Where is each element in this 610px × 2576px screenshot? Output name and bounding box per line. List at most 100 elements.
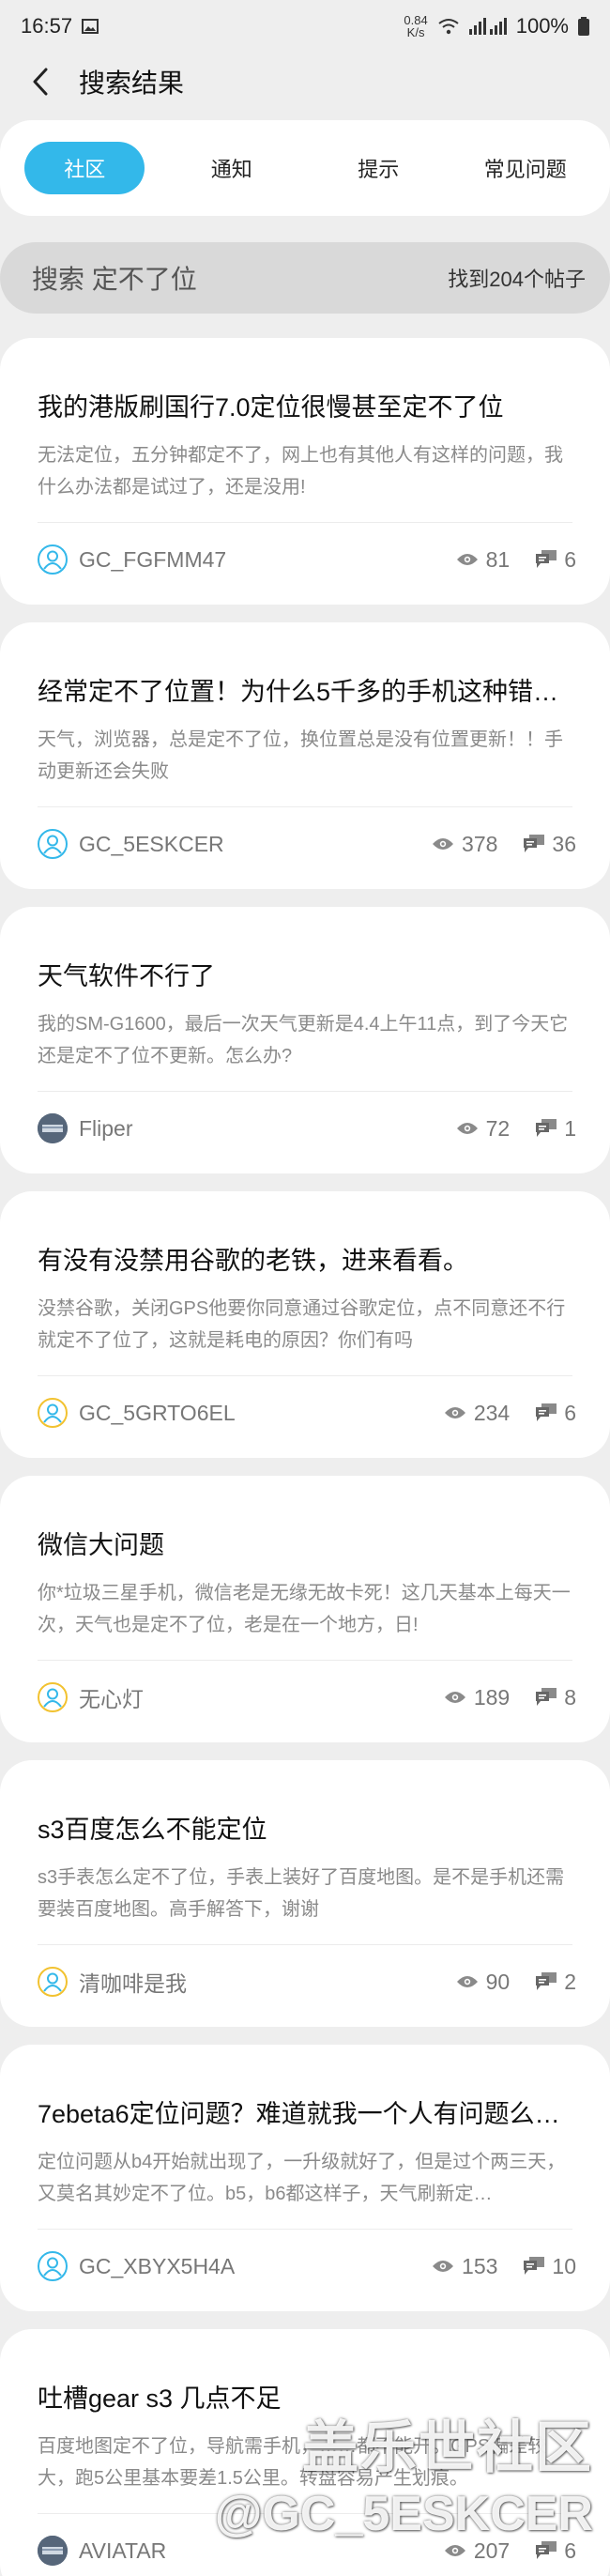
tab-community[interactable]: 社区 <box>24 142 145 194</box>
eye-icon <box>444 1407 465 1418</box>
reply-icon <box>524 2257 545 2275</box>
post-title[interactable]: 7ebeta6定位问题？难道就我一个人有问题么… <box>38 2093 572 2130</box>
reply-count-value: 2 <box>564 1969 576 1994</box>
reply-count-value: 6 <box>564 546 576 572</box>
battery-icon <box>578 17 589 36</box>
avatar[interactable] <box>38 829 68 859</box>
view-count-value: 234 <box>473 1400 511 1425</box>
reply-icon <box>524 835 545 852</box>
avatar[interactable] <box>38 1113 68 1143</box>
divider <box>38 1375 572 1376</box>
post-title[interactable]: 微信大问题 <box>38 1525 572 1561</box>
post-footer: GC_FGFMM47 81 6 <box>38 529 576 590</box>
post-title[interactable]: 我的港版刷国行7.0定位很慢甚至定不了位 <box>38 387 572 423</box>
reply-icon <box>536 1688 557 1706</box>
post-excerpt: 天气，浏览器，总是定不了位，换位置总是没有位置更新！！手动更新还会失败 <box>38 729 563 782</box>
post-card[interactable]: 天气软件不行了我的SM-G1600，最后一次天气更新是4.4上午11点，到了今天… <box>0 907 610 1173</box>
wifi-icon <box>438 19 459 35</box>
search-query[interactable]: 搜索 定不了位 <box>32 259 197 297</box>
post-excerpt: s3手表怎么定不了位，手表上装好了百度地图。是不是手机还需要装百度地图。高手解答… <box>38 1867 565 1920</box>
view-count-value: 378 <box>462 831 498 856</box>
eye-icon <box>444 1692 465 1703</box>
net-speed-unit: K/s <box>406 25 425 39</box>
post-card[interactable]: 经常定不了位置！为什么5千多的手机这种错误… 天气，浏览器，总是定不了位，换位置总… <box>0 622 610 889</box>
avatar[interactable] <box>38 2536 68 2566</box>
post-card[interactable]: s3百度怎么不能定位 s3手表怎么定不了位，手表上装好了百度地图。是不是手机还需要… <box>0 1760 610 2027</box>
view-count: 234 <box>444 1401 510 1426</box>
post-author[interactable]: 无心灯 <box>79 1681 418 1713</box>
user-icon <box>43 2257 62 2277</box>
tab-notifications[interactable]: 通知 <box>172 142 292 194</box>
view-count-value: 72 <box>485 1115 511 1141</box>
tab-tips[interactable]: 提示 <box>318 142 438 194</box>
post-card[interactable]: 7ebeta6定位问题？难道就我一个人有问题么… 定位问题从b4开始就出现了，一升… <box>0 2045 610 2311</box>
app-bar: 搜索结果 <box>0 53 610 111</box>
post-excerpt: 你*垃圾三星手机，微信老是无缘无故卡死！这几天基本上每天一次，天气也是定不了位，… <box>38 1583 571 1635</box>
post-author[interactable]: Fliper <box>79 1116 430 1142</box>
view-count: 81 <box>456 546 511 573</box>
post-title[interactable]: 天气软件不行了 <box>38 956 572 992</box>
eye-icon <box>444 2545 465 2556</box>
divider <box>38 522 572 523</box>
post-title[interactable]: 有没有没禁用谷歌的老铁，进来看看。 <box>38 1240 572 1277</box>
watermark: 盖乐世社区 @GC_5ESKCER <box>215 2413 593 2544</box>
page-title: 搜索结果 <box>79 69 185 98</box>
post-card[interactable]: 我的港版刷国行7.0定位很慢甚至定不了位 无法定位，五分钟都定不了，网上也有其他人… <box>0 338 610 605</box>
post-footer: 清咖啡是我 90 2 <box>38 1952 576 2012</box>
post-card[interactable]: 微信大问题你*垃圾三星手机，微信老是无缘无故卡死！这几天基本上每天一次，天气也是… <box>0 1476 610 1742</box>
post-author[interactable]: GC_5GRTO6EL <box>79 1401 418 1426</box>
reply-count-value: 36 <box>552 831 576 856</box>
post-title[interactable]: 吐槽gear s3 几点不足 <box>38 2378 572 2415</box>
reply-icon <box>536 2541 557 2559</box>
view-count-value: 189 <box>473 1684 511 1710</box>
post-footer: GC_XBYX5H4A 153 10 <box>38 2236 576 2296</box>
post-excerpt: 定位问题从b4开始就出现了，一升级就好了，但是过个两三天，又莫名其妙定不了位。b… <box>38 2152 566 2204</box>
avatar[interactable] <box>38 2251 68 2281</box>
post-author[interactable]: GC_5ESKCER <box>79 832 405 857</box>
post-footer: GC_5GRTO6EL 234 6 <box>38 1383 576 1443</box>
eye-icon <box>433 2261 454 2272</box>
avatar-image-icon <box>38 1113 68 1143</box>
watermark-line1: 盖乐世社区 <box>302 2416 593 2479</box>
chevron-left-icon <box>33 68 48 96</box>
post-author[interactable]: 清咖啡是我 <box>79 1966 430 1998</box>
avatar[interactable] <box>38 1398 68 1428</box>
back-button[interactable] <box>26 63 54 100</box>
tab-bar: 社区 通知 提示 常见问题 <box>0 120 610 216</box>
view-count: 90 <box>456 1969 511 1995</box>
view-count: 378 <box>432 832 497 857</box>
reply-count: 6 <box>536 1401 576 1426</box>
post-excerpt: 我的SM-G1600，最后一次天气更新是4.4上午11点，到了今天它还是定不了位… <box>38 1014 569 1066</box>
eye-icon <box>456 1123 478 1134</box>
divider <box>38 806 572 807</box>
post-card[interactable]: 有没有没禁用谷歌的老铁，进来看看。没禁谷歌，关闭GPS他要你同意通过谷歌定位，点… <box>0 1191 610 1458</box>
post-title[interactable]: s3百度怎么不能定位 <box>38 1809 572 1846</box>
view-count-value: 90 <box>485 1969 511 1994</box>
avatar[interactable] <box>38 544 68 575</box>
tab-faq[interactable]: 常见问题 <box>465 142 586 194</box>
divider <box>38 1660 572 1661</box>
gallery-notification-icon <box>82 19 99 34</box>
reply-count: 36 <box>524 832 576 857</box>
user-icon <box>43 1688 62 1708</box>
post-title[interactable]: 经常定不了位置！为什么5千多的手机这种错误… <box>38 671 572 708</box>
avatar[interactable] <box>38 1682 68 1712</box>
reply-count: 1 <box>536 1116 576 1142</box>
search-bar[interactable]: 搜索 定不了位 找到204个帖子 <box>0 242 610 314</box>
reply-icon <box>536 1403 557 1421</box>
post-author[interactable]: GC_FGFMM47 <box>79 547 430 573</box>
eye-icon <box>456 554 478 565</box>
post-excerpt: 没禁谷歌，关闭GPS他要你同意通过谷歌定位，点不同意还不行就定不了位了，这就是耗… <box>38 1298 566 1351</box>
reply-count-value: 10 <box>552 2253 576 2278</box>
reply-count: 6 <box>536 547 576 573</box>
post-footer: Fliper 72 1 <box>38 1098 576 1158</box>
user-icon <box>43 1403 62 1423</box>
avatar[interactable] <box>38 1967 68 1997</box>
status-bar: 16:57 0.84 K/s 100% <box>0 0 610 53</box>
view-count-value: 81 <box>485 546 511 572</box>
reply-count: 10 <box>524 2254 576 2279</box>
user-icon <box>43 835 62 854</box>
post-author[interactable]: GC_XBYX5H4A <box>79 2254 405 2279</box>
post-footer: 无心灯 189 8 <box>38 1667 576 1727</box>
divider <box>38 2229 572 2230</box>
